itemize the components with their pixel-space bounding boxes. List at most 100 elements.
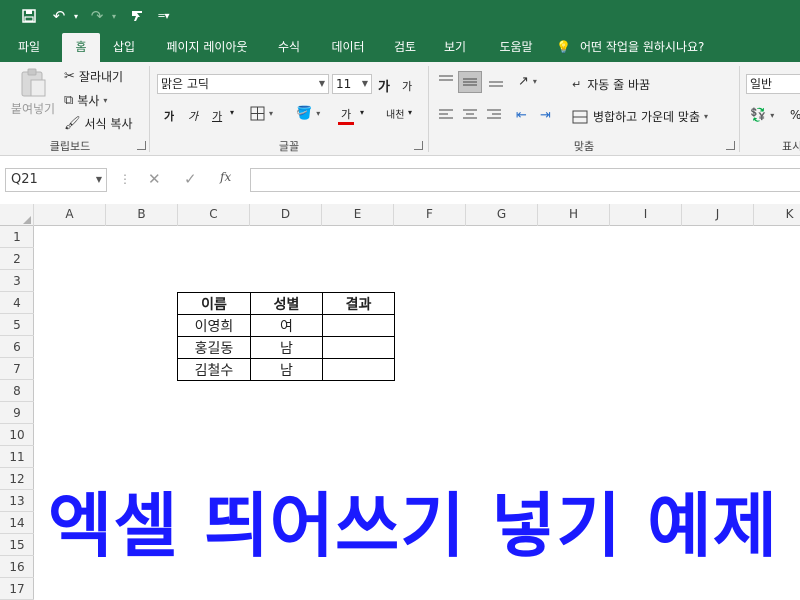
decrease-indent-icon: ⇤ bbox=[516, 108, 527, 123]
align-middle-button[interactable] bbox=[458, 71, 482, 93]
dialog-launcher-icon[interactable] bbox=[726, 141, 735, 150]
align-center-button[interactable] bbox=[462, 108, 478, 122]
row-header[interactable]: 16 bbox=[0, 556, 34, 578]
column-header[interactable]: I bbox=[610, 204, 682, 226]
chevron-down-icon[interactable]: ▾ bbox=[360, 108, 364, 117]
column-header[interactable]: G bbox=[466, 204, 538, 226]
tab-view[interactable]: 보기 bbox=[434, 33, 476, 62]
tab-help[interactable]: 도움말 bbox=[488, 33, 544, 62]
align-bottom-button[interactable] bbox=[488, 74, 504, 88]
row-header[interactable]: 14 bbox=[0, 512, 34, 534]
save-icon[interactable] bbox=[18, 4, 40, 28]
format-painter-button[interactable]: 🖌 서식 복사 bbox=[64, 115, 133, 132]
enter-icon[interactable]: ✓ bbox=[184, 170, 197, 188]
row-header[interactable]: 8 bbox=[0, 380, 34, 402]
row-header[interactable]: 3 bbox=[0, 270, 34, 292]
orientation-button[interactable]: ↗ ▾ bbox=[518, 74, 537, 89]
table-cell[interactable] bbox=[322, 358, 395, 381]
table-cell[interactable]: 김철수 bbox=[177, 358, 251, 381]
underline-button[interactable]: 가 bbox=[212, 108, 222, 124]
paste-button[interactable]: 붙여넣기 bbox=[10, 68, 56, 117]
table-cell[interactable]: 이영희 bbox=[177, 314, 251, 337]
number-format-select[interactable]: 일반 bbox=[746, 74, 800, 94]
column-header[interactable]: J bbox=[682, 204, 754, 226]
cut-button[interactable]: ✂ 잘라내기 bbox=[64, 68, 123, 85]
merge-center-button[interactable]: 병합하고 가운데 맞춤 ▾ bbox=[572, 108, 708, 125]
undo-icon[interactable]: ↶ bbox=[48, 4, 70, 28]
row-header[interactable]: 11 bbox=[0, 446, 34, 468]
row-header[interactable]: 13 bbox=[0, 490, 34, 512]
shrink-font-button[interactable]: 가 bbox=[402, 78, 412, 94]
tell-me-search[interactable]: 어떤 작업을 원하시나요? bbox=[580, 33, 730, 62]
column-header[interactable]: E bbox=[322, 204, 394, 226]
italic-button[interactable]: 가 bbox=[188, 108, 198, 124]
row-header[interactable]: 2 bbox=[0, 248, 34, 270]
table-cell[interactable]: 여 bbox=[250, 314, 323, 337]
chevron-down-icon[interactable]: ▾ bbox=[230, 108, 234, 117]
table-cell[interactable]: 남 bbox=[250, 358, 323, 381]
table-cell[interactable] bbox=[322, 336, 395, 359]
row-header[interactable]: 15 bbox=[0, 534, 34, 556]
fill-color-button[interactable]: 🪣 ▾ bbox=[296, 106, 320, 121]
align-right-button[interactable] bbox=[486, 108, 502, 122]
tab-file[interactable]: 파일 bbox=[2, 33, 56, 62]
copy-button[interactable]: ⧉ 복사 ▾ bbox=[64, 92, 107, 109]
column-header[interactable]: B bbox=[106, 204, 178, 226]
formula-input[interactable] bbox=[250, 168, 800, 192]
row-header[interactable]: 9 bbox=[0, 402, 34, 424]
overlay-title: 엑셀 띄어쓰기 넣기 예제 bbox=[48, 485, 779, 567]
font-size-select[interactable]: 11 ▼ bbox=[332, 74, 372, 94]
row-header[interactable]: 10 bbox=[0, 424, 34, 446]
tab-formulas[interactable]: 수식 bbox=[268, 33, 310, 62]
format-painter-icon[interactable] bbox=[126, 4, 148, 28]
row-header[interactable]: 17 bbox=[0, 578, 34, 600]
column-header[interactable]: F bbox=[394, 204, 466, 226]
font-name-select[interactable]: 맑은 고딕 ▼ bbox=[157, 74, 329, 94]
tab-insert[interactable]: 삽입 bbox=[104, 33, 144, 62]
row-header[interactable]: 1 bbox=[0, 226, 34, 248]
cancel-icon[interactable]: ✕ bbox=[148, 170, 161, 188]
select-all-corner[interactable] bbox=[0, 204, 34, 226]
align-left-button[interactable] bbox=[438, 108, 454, 122]
column-header[interactable]: A bbox=[34, 204, 106, 226]
undo-dropdown-icon[interactable]: ▾ bbox=[70, 4, 82, 28]
row-header[interactable]: 6 bbox=[0, 336, 34, 358]
percent-style-button[interactable]: % bbox=[790, 108, 800, 122]
table-header-cell[interactable]: 이름 bbox=[177, 292, 251, 315]
redo-dropdown-icon[interactable]: ▾ bbox=[108, 4, 120, 28]
tab-page-layout[interactable]: 페이지 레이아웃 bbox=[152, 33, 262, 62]
increase-indent-button[interactable]: ⇥ bbox=[540, 108, 551, 123]
row-header[interactable]: 7 bbox=[0, 358, 34, 380]
font-color-button[interactable]: 가 bbox=[338, 106, 354, 125]
table-cell[interactable]: 남 bbox=[250, 336, 323, 359]
tab-review[interactable]: 검토 bbox=[384, 33, 426, 62]
name-box[interactable]: Q21 ▼ bbox=[5, 168, 107, 192]
table-cell[interactable] bbox=[322, 314, 395, 337]
wrap-text-button[interactable]: ↵ 자동 줄 바꿈 bbox=[572, 76, 650, 93]
column-header[interactable]: H bbox=[538, 204, 610, 226]
borders-button[interactable]: ▾ bbox=[250, 106, 273, 121]
dialog-launcher-icon[interactable] bbox=[137, 141, 146, 150]
row-header[interactable]: 4 bbox=[0, 292, 34, 314]
grow-font-button[interactable]: 가 bbox=[378, 76, 390, 95]
table-header-cell[interactable]: 성별 bbox=[250, 292, 323, 315]
insert-function-icon[interactable]: fx bbox=[220, 170, 231, 184]
tab-home[interactable]: 홈 bbox=[62, 33, 100, 62]
row-header[interactable]: 12 bbox=[0, 468, 34, 490]
table-cell[interactable]: 홍길동 bbox=[177, 336, 251, 359]
dialog-launcher-icon[interactable] bbox=[414, 141, 423, 150]
row-header[interactable]: 5 bbox=[0, 314, 34, 336]
bold-button[interactable]: 가 bbox=[164, 108, 174, 124]
column-header[interactable]: C bbox=[178, 204, 250, 226]
phonetic-button[interactable]: 내천 bbox=[386, 106, 404, 121]
decrease-indent-button[interactable]: ⇤ bbox=[516, 108, 527, 123]
table-header-cell[interactable]: 결과 bbox=[322, 292, 395, 315]
tab-data[interactable]: 데이터 bbox=[320, 33, 376, 62]
align-top-button[interactable] bbox=[438, 74, 454, 88]
accounting-format-button[interactable]: 💱 ▾ bbox=[750, 108, 774, 123]
column-header[interactable]: D bbox=[250, 204, 322, 226]
chevron-down-icon[interactable]: ▾ bbox=[408, 108, 412, 117]
column-header[interactable]: K bbox=[754, 204, 800, 226]
customize-icon[interactable]: ═▾ bbox=[156, 4, 172, 28]
redo-icon[interactable]: ↷ bbox=[86, 4, 108, 28]
